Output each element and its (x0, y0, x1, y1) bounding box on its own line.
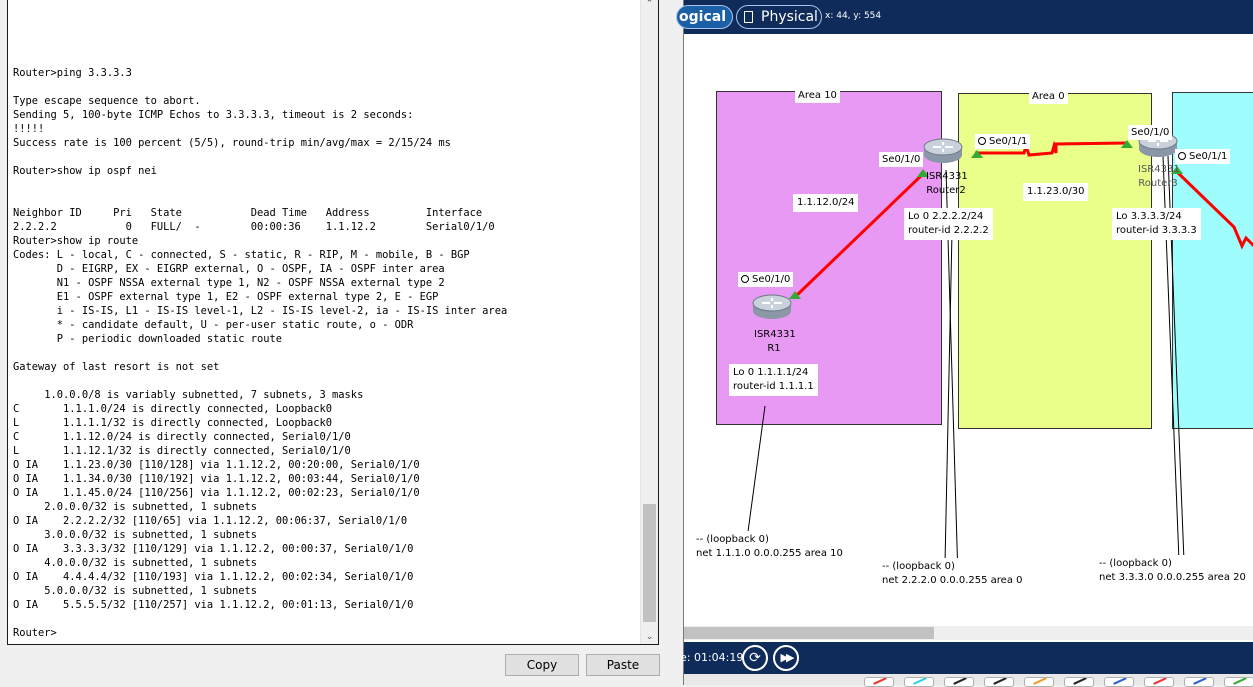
logical-canvas[interactable]: Area 10 Area 0 ISR4331 R1 ISR4331 Router… (684, 34, 1253, 628)
r2-name: Router2 (926, 185, 966, 196)
r3-note-2: net 3.3.3.0 0.0.0.255 area 20 (1099, 572, 1246, 583)
r1-note-box: -- (loopback 0) net 1.1.1.0 0.0.0.255 are… (692, 531, 847, 563)
fast-forward-icon[interactable]: ▶▶ (773, 645, 799, 671)
r3-port-left-label: Se0/1/0 (1128, 125, 1173, 140)
r2-port-left-label: Se0/1/0 (879, 152, 924, 167)
tool-green-cable-icon[interactable] (1224, 677, 1253, 687)
cli-scroll-thumb[interactable] (643, 504, 656, 622)
workspace-toolbar: ogical Physical x: 44, y: 554 (676, 0, 1253, 34)
r1-info-1: Lo 0 1.1.1.1/24 (733, 367, 809, 378)
reset-time-icon[interactable]: ⟳ (742, 645, 768, 671)
r1-port-text: Se0/1/0 (752, 274, 791, 285)
tool-blue-cable-icon[interactable] (1104, 677, 1134, 687)
tool-orange-cable-icon[interactable] (1024, 677, 1054, 687)
cursor-coordinates: x: 44, y: 554 (825, 11, 882, 21)
tab-physical-label: Physical (761, 9, 818, 25)
r2-info-box: Lo 0 2.2.2.2/24 router-id 2.2.2.2 (904, 208, 993, 240)
r1-note-1: -- (loopback 0) (696, 534, 769, 545)
r1-info-box: Lo 0 1.1.1.1/24 router-id 1.1.1.1 (729, 364, 818, 396)
cli-window: Router>ping 3.3.3.3 Type escape sequence… (0, 0, 662, 685)
clock-icon (741, 275, 749, 283)
topology-workspace: ogical Physical x: 44, y: 554 Area 10 Ar… (676, 0, 1253, 687)
tool-black-cable-icon[interactable] (944, 677, 974, 687)
cli-output[interactable]: Router>ping 3.3.3.3 Type escape sequence… (13, 66, 507, 640)
tool-blue-cable2-icon[interactable] (1184, 677, 1214, 687)
r1-info-2: router-id 1.1.1.1 (733, 381, 814, 392)
paste-button[interactable]: Paste (586, 654, 660, 676)
clock-icon (978, 137, 986, 145)
tab-physical[interactable]: Physical (736, 5, 822, 29)
scroll-down-icon[interactable]: ⌄ (641, 632, 658, 642)
r2-port-right-label: Se0/1/1 (975, 134, 1031, 149)
canvas-hscrollbar[interactable] (684, 626, 1253, 640)
cli-console[interactable]: Router>ping 3.3.3.3 Type escape sequence… (7, 0, 659, 645)
subnet-23-label: 1.1.23.0/30 (1023, 183, 1089, 201)
r3-info-2: router-id 3.3.3.3 (1116, 225, 1197, 236)
r2-model: ISR4331 (926, 171, 968, 182)
note-line-r1 (746, 405, 766, 540)
tool-black-cable3-icon[interactable] (1064, 677, 1094, 687)
cli-scrollbar[interactable]: ⌃ ⌄ (640, 0, 658, 644)
window-divider (662, 0, 683, 685)
r2-note-1: -- (loopback 0) (882, 561, 955, 572)
time-label: e: 01:04:19 (680, 651, 744, 664)
router-r1-icon[interactable] (752, 294, 792, 320)
r3-port-right-label: Se0/1/1 (1175, 149, 1231, 164)
note-line-r2 (944, 231, 953, 564)
connection-toolstrip (684, 674, 1253, 687)
r2-note-2: net 2.2.2.0 0.0.0.255 area 0 (882, 575, 1023, 586)
tool-black-cable2-icon[interactable] (984, 677, 1014, 687)
r2-port-right-text: Se0/1/1 (989, 136, 1028, 147)
r3-info-1: Lo 3.3.3.3/24 (1116, 211, 1182, 222)
r3-note-box: -- (loopback 0) net 3.3.3.0 0.0.0.255 are… (1095, 555, 1250, 587)
router-r2-icon[interactable] (923, 138, 963, 164)
tab-logical[interactable]: ogical (676, 5, 733, 29)
r1-name: R1 (767, 343, 781, 354)
r3-note-1: -- (loopback 0) (1099, 558, 1172, 569)
r2-info-2: router-id 2.2.2.2 (908, 225, 989, 236)
copy-button[interactable]: Copy (505, 654, 579, 676)
r1-note-2: net 1.1.1.0 0.0.0.255 area 10 (696, 548, 843, 559)
r2-info-1: Lo 0 2.2.2.2/24 (908, 211, 984, 222)
r2-note-box: -- (loopback 0) net 2.2.2.0 0.0.0.255 are… (878, 558, 1027, 590)
physical-icon (744, 11, 753, 23)
r3-name: Router3 (1138, 178, 1178, 189)
tool-red-cable2-icon[interactable] (1144, 677, 1174, 687)
canvas-hscroll-thumb[interactable] (684, 627, 934, 639)
tool-red-cable-icon[interactable] (864, 677, 894, 687)
r3-port-right-text: Se0/1/1 (1189, 151, 1228, 162)
r3-info-box: Lo 3.3.3.3/24 router-id 3.3.3.3 (1112, 208, 1201, 240)
clock-icon (1178, 152, 1186, 160)
r1-port-label: Se0/1/0 (738, 272, 794, 287)
subnet-12-label: 1.1.12.0/24 (793, 194, 859, 212)
r1-model: ISR4331 (754, 329, 796, 340)
r3-model: ISR4331 (1138, 164, 1180, 175)
simulation-bar: e: 01:04:19 ⟳ ▶▶ (680, 642, 1253, 674)
tool-cyan-cable-icon[interactable] (904, 677, 934, 687)
scroll-up-icon[interactable]: ⌃ (641, 0, 658, 9)
